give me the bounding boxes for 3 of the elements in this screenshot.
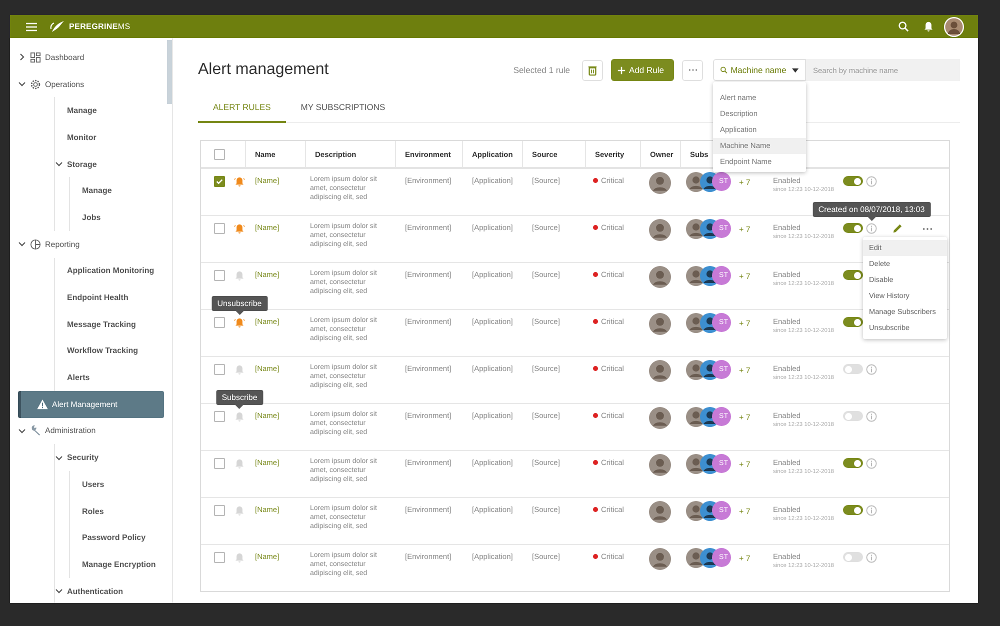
- brand-name: PEREGRINEMS: [69, 22, 130, 31]
- selection-count: Selected 1 rule: [513, 65, 570, 75]
- page-title: Alert management: [198, 61, 329, 79]
